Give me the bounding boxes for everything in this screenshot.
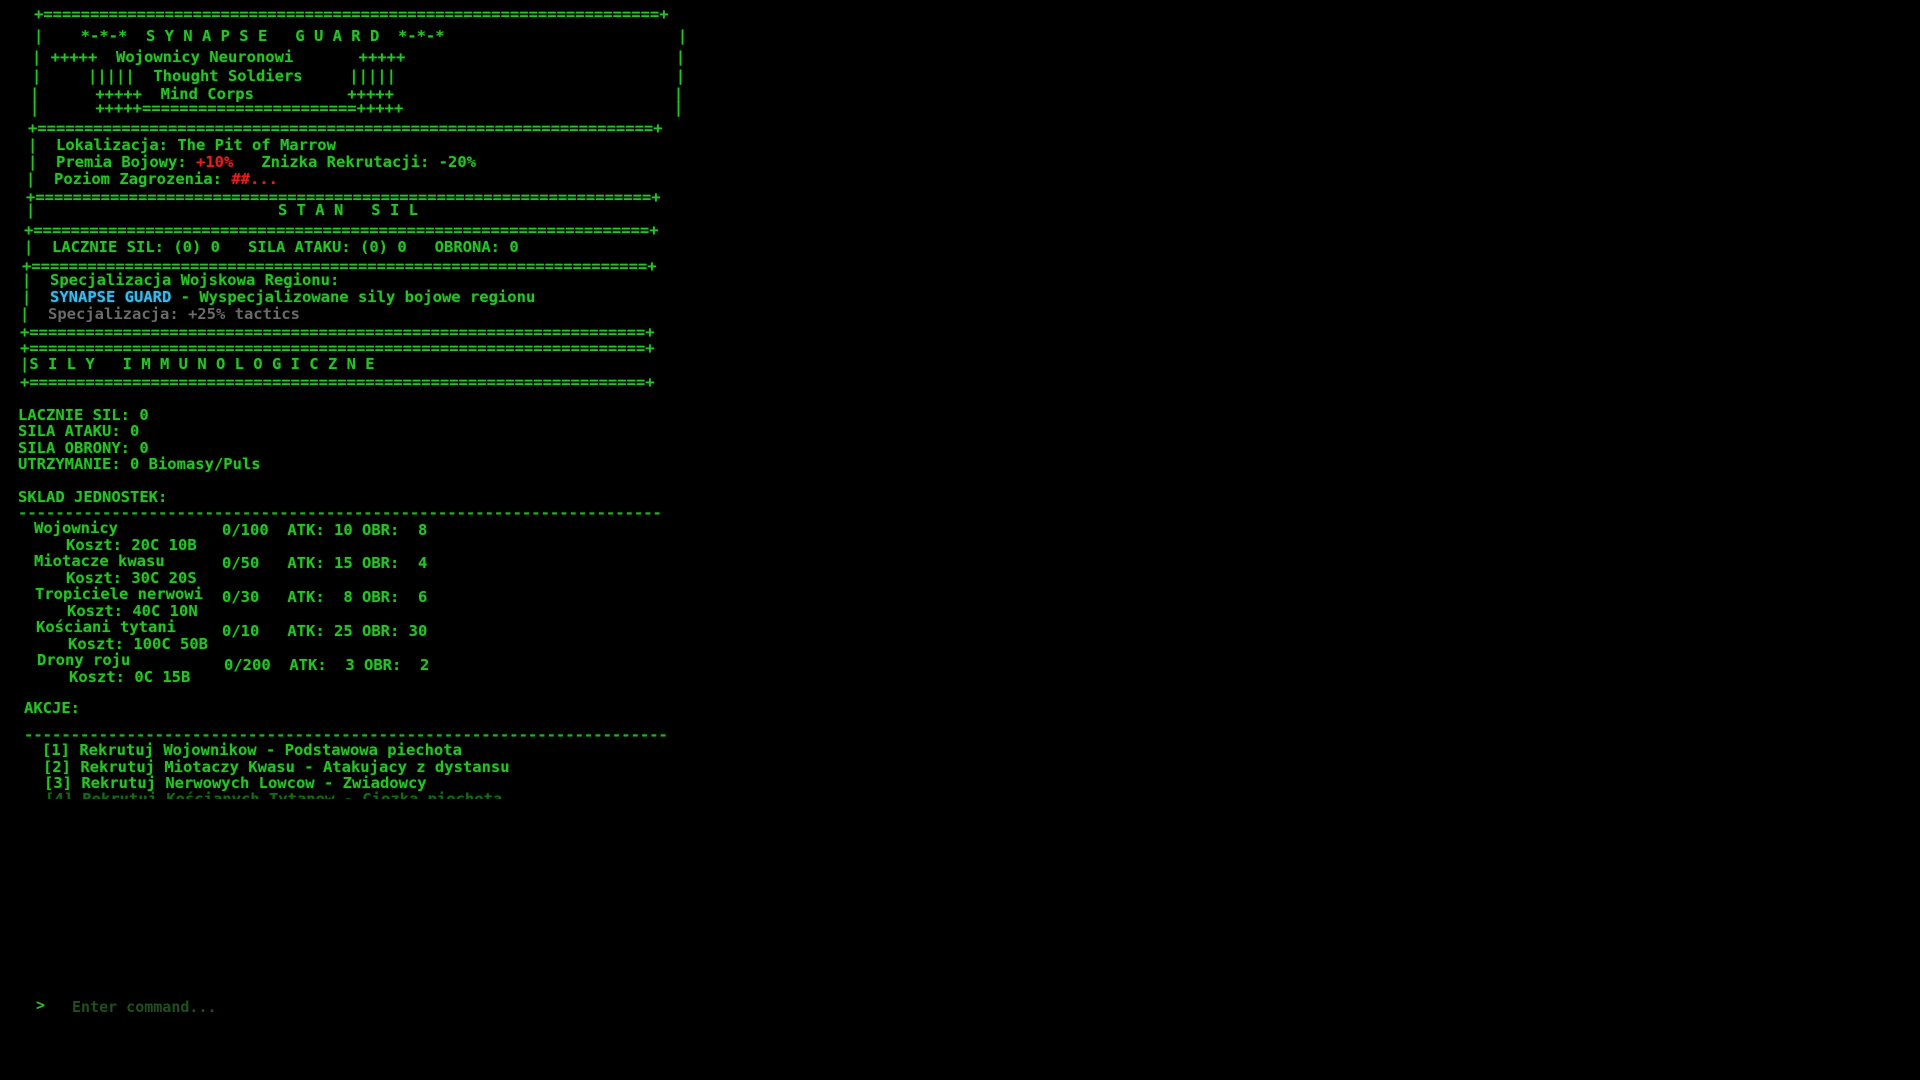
- unit-cost: Koszt: 0C 15B: [69, 668, 191, 686]
- threat-row: | Poziom Zagrozenia: ##...: [26, 170, 278, 188]
- unit-def: OBR: 8: [362, 521, 428, 539]
- unit-count: 0/50: [222, 554, 260, 572]
- unit-def: OBR: 4: [362, 554, 428, 572]
- unit-count: 0/100: [222, 521, 269, 539]
- unit-stats: 0/50 ATK: 15 OBR: 4: [222, 553, 427, 573]
- command-prompt: >: [36, 996, 636, 1020]
- banner-title: | *-*-* S Y N A P S E G U A R D *-*-* |: [34, 27, 688, 45]
- stan-sil-header: | S T A N S I L: [26, 201, 418, 219]
- unit-count: 0/10: [222, 622, 260, 640]
- unit-stats: 0/10 ATK: 25 OBR: 30: [222, 621, 427, 641]
- discount-value: -20%: [438, 153, 476, 171]
- threat-value: ##...: [231, 170, 278, 188]
- defense-label: OBRONA:: [434, 238, 500, 256]
- immune-title: S I L Y I M M U N O L O G I C Z N E: [29, 355, 375, 373]
- unit-def: OBR: 2: [364, 656, 430, 674]
- unit-atk: ATK: 3: [289, 656, 355, 674]
- spec-bonus: Specjalizacja: +25% tactics: [48, 305, 300, 323]
- unit-stats: 0/100 ATK: 10 OBR: 8: [222, 520, 427, 540]
- banner-line-polish: | +++++ Wojownicy Neuronowi +++++ |: [32, 48, 686, 66]
- threat-label: Poziom Zagrozenia:: [54, 170, 222, 188]
- unit-atk: ATK: 10: [287, 521, 353, 539]
- stan-sil-title: S T A N S I L: [277, 201, 418, 219]
- discount-label: Znizka Rekrutacji:: [261, 153, 430, 171]
- total-forces-value: (0) 0: [173, 238, 220, 256]
- unit-count: 0/200: [224, 656, 271, 674]
- spec-bonus-row: | Specjalizacja: +25% tactics: [20, 305, 300, 323]
- unit-atk: ATK: 8: [287, 588, 353, 606]
- defense-value: 0: [509, 238, 519, 256]
- actions-heading: AKCJE:: [24, 699, 80, 717]
- action-recruit-bone-titans[interactable]: [4] Rekrutuj Kościanych Tytanow - Ciezka…: [45, 789, 502, 799]
- command-input[interactable]: [72, 996, 572, 1018]
- immune-border-bottom: +=======================================…: [20, 373, 655, 391]
- unit-atk: ATK: 25: [287, 622, 353, 640]
- banner-border-top: +=======================================…: [34, 5, 669, 23]
- unit-count: 0/30: [222, 588, 260, 606]
- attack-power-label: SILA ATAKU:: [248, 238, 351, 256]
- prompt-symbol: >: [36, 996, 46, 1014]
- banner-line-english: | ||||| Thought Soldiers ||||| |: [32, 67, 686, 85]
- unit-def: OBR: 6: [362, 588, 428, 606]
- unit-atk: ATK: 15: [287, 554, 353, 572]
- immune-title-row: |S I L Y I M M U N O L O G I C Z N E: [20, 355, 375, 373]
- banner-line-bottom: | +++++=======================+++++ |: [30, 99, 684, 117]
- terminal-output: +=======================================…: [0, 0, 700, 980]
- attack-power-value: (0) 0: [360, 238, 407, 256]
- stan-sil-stats: | LACZNIE SIL: (0) 0 SILA ATAKU: (0) 0 O…: [24, 238, 519, 256]
- unit-stats: 0/200 ATK: 3 OBR: 2: [224, 655, 429, 675]
- unit-stats: 0/30 ATK: 8 OBR: 6: [222, 587, 427, 607]
- unit-def: OBR: 30: [362, 622, 428, 640]
- summary-upkeep: UTRZYMANIE: 0 Biomasy/Puls: [18, 455, 261, 473]
- total-forces-label: LACZNIE SIL:: [52, 238, 164, 256]
